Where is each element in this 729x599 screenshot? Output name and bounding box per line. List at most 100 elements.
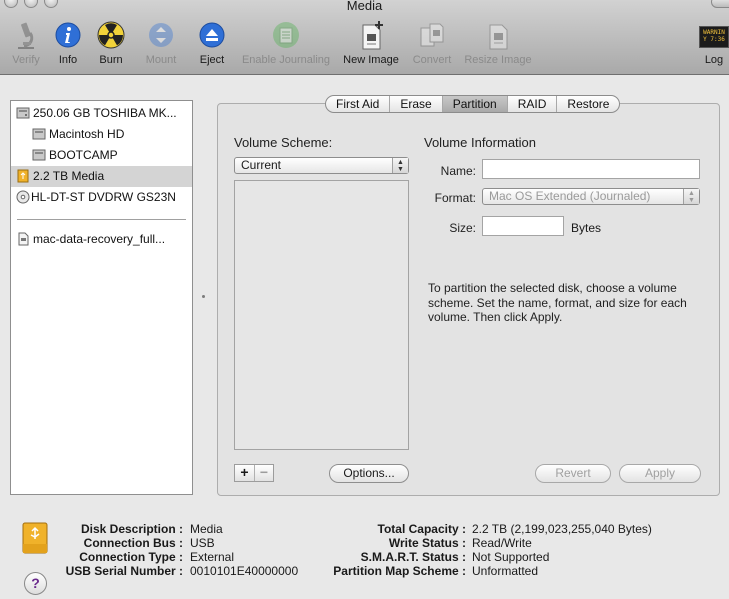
size-field[interactable] — [482, 216, 564, 236]
volume-scheme-select[interactable]: Current ▲ ▼ — [234, 157, 409, 174]
volume-layout-area[interactable] — [234, 180, 409, 450]
volume-icon — [32, 149, 46, 161]
sidebar-item-disk-image[interactable]: mac-data-recovery_full... — [11, 229, 192, 250]
log-badge-line-2: Y 7:36 — [703, 36, 725, 43]
detail-label-connection-bus: Connection Bus : — [83, 536, 183, 550]
detail-value-smart-status: Not Supported — [472, 550, 550, 564]
info-button[interactable]: Info — [50, 20, 86, 70]
radiation-icon — [97, 21, 125, 49]
sidebar-item-label: BOOTCAMP — [49, 148, 118, 162]
detail-value-disk-description: Media — [190, 522, 223, 536]
convert-icon — [420, 23, 444, 47]
apply-button[interactable]: Apply — [619, 464, 701, 483]
tab-bar: First Aid Erase Partition RAID Restore — [325, 95, 621, 113]
sidebar-item-label: Macintosh HD — [49, 127, 125, 141]
revert-button[interactable]: Revert — [535, 464, 611, 483]
new-image-icon — [362, 21, 383, 50]
new-image-button[interactable]: New Image — [340, 20, 402, 70]
resize-image-button[interactable]: Resize Image — [462, 20, 534, 70]
name-field[interactable] — [482, 159, 700, 179]
convert-button[interactable]: Convert — [408, 20, 456, 70]
up-down-arrows-icon: ▲ ▼ — [392, 158, 408, 173]
tab-partition[interactable]: Partition — [441, 96, 507, 112]
volume-icon — [32, 128, 46, 140]
detail-label-total-capacity: Total Capacity : — [377, 522, 466, 536]
disk-sidebar[interactable]: 250.06 GB TOSHIBA MK... Macintosh HD BOO… — [10, 100, 193, 495]
tab-restore[interactable]: Restore — [556, 96, 619, 112]
remove-partition-button[interactable]: − — [254, 465, 273, 481]
verify-button[interactable]: Verify — [4, 20, 48, 70]
name-label: Name: — [440, 164, 476, 178]
detail-label-connection-type: Connection Type : — [79, 550, 183, 564]
detail-label-disk-description: Disk Description : — [80, 522, 183, 536]
info-icon — [55, 22, 81, 48]
journal-icon — [273, 22, 299, 48]
hard-drive-icon — [16, 107, 30, 119]
sidebar-item-label: 2.2 TB Media — [33, 169, 105, 183]
burn-button[interactable]: Burn — [92, 20, 130, 70]
detail-value-connection-bus: USB — [190, 536, 215, 550]
eject-icon — [199, 22, 225, 48]
new-image-label: New Image — [343, 54, 399, 66]
window-title: Media — [346, 0, 383, 13]
log-icon: WARNIN Y 7:36 — [699, 26, 729, 48]
microscope-icon — [18, 22, 34, 49]
resize-image-icon — [489, 24, 508, 50]
detail-value-usb-serial: 0010101E40000000 — [190, 564, 299, 578]
detail-value-write-status: Read/Write — [472, 536, 532, 550]
eject-label: Eject — [199, 54, 225, 66]
log-label: Log — [704, 54, 724, 66]
size-unit-label: Bytes — [571, 221, 602, 235]
volume-scheme-value: Current — [241, 158, 282, 172]
enable-journaling-button[interactable]: Enable Journaling — [238, 20, 334, 70]
mount-label: Mount — [145, 54, 177, 66]
enable-journaling-label: Enable Journaling — [241, 54, 331, 66]
format-label: Format: — [434, 191, 476, 205]
add-partition-button[interactable]: + — [235, 465, 254, 481]
detail-value-total-capacity: 2.2 TB (2,199,023,255,040 Bytes) — [472, 522, 652, 536]
format-select[interactable]: Mac OS Extended (Journaled) ▲ ▼ — [482, 188, 700, 205]
window-toolbar: Media Verify Info Burn Mount Eject Enabl… — [0, 0, 729, 75]
detail-label-partition-map: Partition Map Scheme : — [333, 564, 466, 578]
burn-label: Burn — [99, 54, 123, 66]
partition-help-text: To partition the selected disk, choose a… — [428, 281, 687, 324]
sidebar-divider — [17, 219, 186, 220]
sidebar-item-dvd-drive[interactable]: HL-DT-ST DVDRW GS23N — [11, 187, 192, 208]
log-badge-line-1: WARNIN — [703, 29, 725, 36]
options-button[interactable]: Options... — [329, 464, 409, 483]
splitter-handle[interactable] — [202, 295, 205, 298]
detail-label-smart-status: S.M.A.R.T. Status : — [360, 550, 466, 564]
detail-label-usb-serial: USB Serial Number : — [65, 564, 183, 578]
info-label: Info — [58, 54, 78, 66]
add-remove-control: + − — [234, 464, 274, 482]
help-button[interactable]: ? — [24, 572, 47, 595]
tab-raid[interactable]: RAID — [506, 96, 557, 112]
detail-label-write-status: Write Status : — [388, 536, 466, 550]
convert-label: Convert — [412, 54, 452, 66]
sidebar-item-media[interactable]: 2.2 TB Media — [11, 166, 192, 187]
sidebar-item-macintosh-hd[interactable]: Macintosh HD — [11, 124, 192, 145]
detail-value-partition-map: Unformatted — [472, 564, 539, 578]
mount-icon — [149, 23, 173, 47]
optical-disc-icon — [16, 190, 30, 204]
log-button[interactable]: WARNIN Y 7:36 Log — [698, 20, 729, 70]
sidebar-item-label: 250.06 GB TOSHIBA MK... — [33, 106, 177, 120]
usb-drive-icon — [17, 169, 29, 183]
format-value: Mac OS Extended (Journaled) — [489, 189, 651, 203]
volume-scheme-title: Volume Scheme: — [234, 135, 333, 150]
volume-information-title: Volume Information — [424, 135, 537, 150]
verify-label: Verify — [12, 54, 40, 66]
detail-value-connection-type: External — [190, 550, 235, 564]
sidebar-item-toshiba-disk[interactable]: 250.06 GB TOSHIBA MK... — [11, 103, 192, 124]
sidebar-item-label: mac-data-recovery_full... — [33, 232, 166, 246]
sidebar-item-bootcamp[interactable]: BOOTCAMP — [11, 145, 192, 166]
eject-button[interactable]: Eject — [194, 20, 230, 70]
mount-button[interactable]: Mount — [140, 20, 182, 70]
up-down-arrows-icon: ▲ ▼ — [683, 189, 699, 204]
sidebar-item-label: HL-DT-ST DVDRW GS23N — [31, 190, 176, 204]
tab-erase[interactable]: Erase — [389, 96, 441, 112]
resize-image-label: Resize Image — [464, 54, 532, 66]
tab-first-aid[interactable]: First Aid — [326, 96, 389, 112]
toolbar-toggle-button[interactable] — [711, 0, 729, 8]
size-label: Size: — [449, 221, 476, 235]
